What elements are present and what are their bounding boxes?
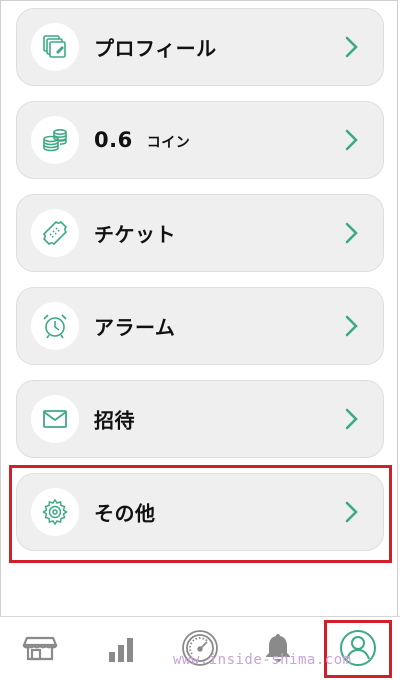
- chevron-right-icon: [345, 315, 358, 337]
- menu-item-ticket[interactable]: チケット: [16, 194, 384, 272]
- coins-icon: [31, 116, 79, 164]
- chevron-right-icon: [345, 36, 358, 58]
- tab-shop[interactable]: [5, 617, 75, 679]
- speedometer-icon: [182, 630, 218, 666]
- bar-chart-icon: [109, 638, 133, 662]
- bell-icon: [266, 634, 290, 662]
- menu-item-label: プロフィール: [94, 36, 217, 61]
- coin-balance: 0.6 コイン: [94, 128, 190, 152]
- chevron-right-icon: [345, 222, 358, 244]
- chevron-right-icon: [345, 129, 358, 151]
- menu-item-label: チケット: [94, 222, 176, 247]
- ticket-icon: [31, 209, 79, 257]
- coin-unit: コイン: [146, 135, 191, 151]
- highlight-box-account-tab: [324, 620, 392, 678]
- menu-item-label: アラーム: [94, 315, 176, 340]
- coin-amount: 0.6: [94, 128, 133, 152]
- store-icon: [22, 636, 58, 661]
- menu-item-coin[interactable]: 0.6 コイン: [16, 101, 384, 179]
- tab-stats[interactable]: [86, 617, 156, 679]
- highlight-box-other: [9, 465, 392, 563]
- profile-icon: [31, 23, 79, 71]
- chevron-right-icon: [345, 408, 358, 430]
- alarm-clock-icon: [31, 302, 79, 350]
- tab-notifications[interactable]: [243, 617, 313, 679]
- menu-item-profile[interactable]: プロフィール: [16, 8, 384, 86]
- tab-meter[interactable]: [165, 617, 235, 679]
- envelope-icon: [31, 395, 79, 443]
- menu-item-alarm[interactable]: アラーム: [16, 287, 384, 365]
- menu-item-label: 招待: [94, 408, 135, 433]
- menu-item-invite[interactable]: 招待: [16, 380, 384, 458]
